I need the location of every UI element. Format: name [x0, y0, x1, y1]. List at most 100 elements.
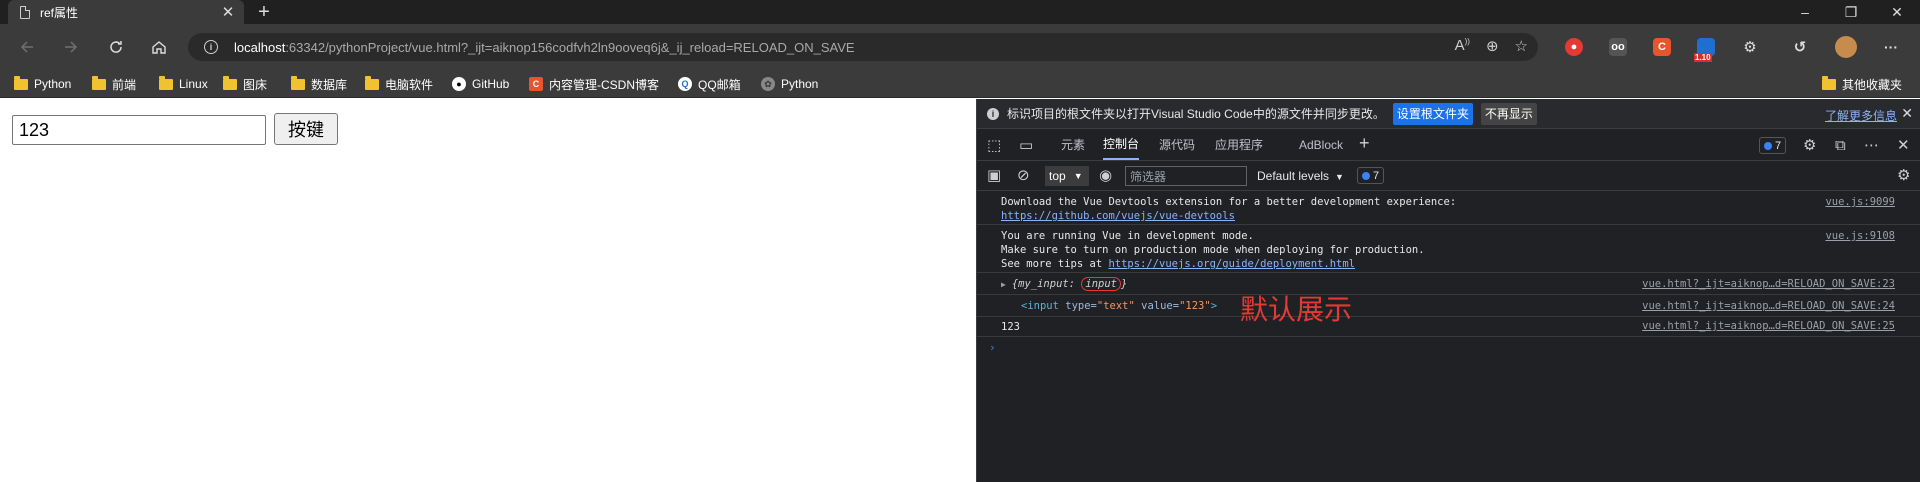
back-button[interactable]: [14, 35, 40, 59]
folder-icon: [14, 75, 28, 90]
bookmark-qqmail[interactable]: Q QQ邮箱: [678, 75, 741, 93]
browser-tab[interactable]: ref属性 ✕: [8, 0, 244, 24]
settings-icon[interactable]: ⚙: [1803, 137, 1816, 154]
address-bar[interactable]: i localhost:63342/pythonProject/vue.html…: [188, 33, 1538, 61]
bookmark-other[interactable]: 其他收藏夹: [1822, 75, 1902, 93]
folder-icon: [291, 75, 305, 90]
tab-adblock[interactable]: AdBlock: [1299, 129, 1343, 160]
bookmark-frontend[interactable]: 前端: [92, 75, 136, 93]
set-root-folder-button[interactable]: 设置根文件夹: [1392, 102, 1473, 125]
bookmark-linux[interactable]: Linux: [159, 75, 208, 93]
url-text: localhost:63342/pythonProject/vue.html?_…: [234, 40, 855, 55]
folder-icon: [92, 75, 106, 90]
qq-icon: Q: [678, 77, 692, 91]
message-icon: [1764, 141, 1772, 150]
console-prompt-icon[interactable]: ›: [989, 341, 996, 354]
page-content: 按键: [0, 99, 976, 482]
source-link[interactable]: vue.html?_ijt=aiknop…d=RELOAD_ON_SAVE:23: [1642, 278, 1895, 290]
bookmark-csdn[interactable]: C 内容管理-CSDN博客: [529, 75, 659, 93]
console-filter-input[interactable]: 筛选器: [1125, 166, 1247, 186]
more-menu-icon[interactable]: ···: [1882, 38, 1900, 56]
folder-icon: [223, 75, 237, 90]
extension-csdn-icon[interactable]: C: [1653, 38, 1671, 56]
tab-application[interactable]: 应用程序: [1215, 129, 1263, 160]
clear-console-icon[interactable]: ⊘: [1017, 167, 1030, 184]
console-settings-icon[interactable]: ⚙: [1897, 167, 1910, 184]
tab-sources[interactable]: 源代码: [1159, 129, 1195, 160]
refs-input-value: input: [1081, 277, 1121, 291]
devtools-tabs: ⬚ ▭ 元素 控制台 源代码 应用程序 AdBlock + 7 ⚙ ⧉ ⋯ ✕: [977, 129, 1920, 161]
folder-icon: [159, 75, 173, 90]
dock-icon[interactable]: ⧉: [1835, 137, 1846, 154]
bookmark-python[interactable]: Python: [14, 75, 71, 93]
refresh-icon: [110, 41, 122, 53]
text-input[interactable]: [12, 115, 266, 145]
url-path: :63342/pythonProject/vue.html?_ijt=aikno…: [285, 39, 855, 55]
tab-console[interactable]: 控制台: [1103, 129, 1140, 160]
github-icon: ●: [452, 77, 466, 91]
dont-show-again-button[interactable]: 不再显示: [1480, 102, 1537, 125]
devtools-link[interactable]: https://github.com/vuejs/vue-devtools: [1001, 210, 1235, 222]
bookmark-database[interactable]: 数据库: [291, 75, 347, 93]
refresh-button[interactable]: [103, 35, 129, 59]
issues-badge[interactable]: 7: [1759, 137, 1787, 154]
source-link[interactable]: vue.html?_ijt=aiknop…d=RELOAD_ON_SAVE:25: [1642, 320, 1895, 332]
tab-elements[interactable]: 元素: [1061, 129, 1085, 160]
tab-title: ref属性: [40, 5, 79, 20]
console-message[interactable]: ▶ {my_input: input} vue.html?_ijt=aiknop……: [977, 273, 1920, 295]
context-select[interactable]: top ▼: [1045, 166, 1089, 186]
url-host: localhost: [234, 39, 286, 55]
bookmark-software[interactable]: 电脑软件: [365, 75, 433, 93]
avatar[interactable]: [1835, 36, 1857, 58]
submit-button[interactable]: 按键: [274, 113, 338, 145]
annotation-text: 默认展示: [1240, 293, 1353, 326]
more-options-icon[interactable]: ⋯: [1864, 137, 1879, 154]
read-aloud-icon[interactable]: A)): [1455, 37, 1470, 55]
learn-more-link[interactable]: 了解更多信息: [1825, 107, 1897, 124]
add-favorite-icon[interactable]: ☆: [1515, 37, 1528, 55]
info-icon: i: [987, 107, 999, 120]
minimize-button[interactable]: –: [1782, 0, 1828, 24]
devtools-panel: i 标识项目的根文件夹以打开Visual Studio Code中的源文件并同步…: [976, 99, 1920, 482]
inspect-icon[interactable]: ⬚: [987, 137, 1001, 154]
expand-triangle-icon[interactable]: ▶: [1001, 280, 1006, 289]
close-window-button[interactable]: ✕: [1874, 0, 1920, 24]
extension-glasses-icon[interactable]: oo: [1609, 38, 1627, 56]
devtools-close-icon[interactable]: ✕: [1897, 137, 1910, 154]
maximize-button[interactable]: ❐: [1828, 0, 1874, 24]
live-expression-eye-icon[interactable]: ◉: [1099, 167, 1112, 184]
tab-close-icon[interactable]: ✕: [220, 3, 236, 21]
python-icon: ✿: [761, 77, 775, 91]
title-bar: ref属性 ✕ + – ❐ ✕: [0, 0, 1920, 24]
log-levels-select[interactable]: Default levels ▼: [1257, 169, 1344, 183]
message-icon: [1362, 171, 1370, 180]
deployment-link[interactable]: https://vuejs.org/guide/deployment.html: [1108, 258, 1355, 270]
console-message: You are running Vue in development mode.…: [977, 225, 1920, 273]
forward-button[interactable]: [58, 35, 84, 59]
add-tab-icon[interactable]: +: [1359, 133, 1370, 153]
zoom-icon[interactable]: ⊕: [1486, 37, 1499, 55]
console-message[interactable]: <input type="text" value="123"> vue.html…: [977, 295, 1920, 317]
extension-red-icon[interactable]: ●: [1565, 38, 1583, 56]
infobar-text: 标识项目的根文件夹以打开Visual Studio Code中的源文件并同步更改…: [1007, 107, 1385, 121]
bookmark-python-site[interactable]: ✿ Python: [761, 75, 818, 93]
chevron-down-icon: ▼: [1335, 172, 1344, 182]
new-tab-button[interactable]: +: [254, 1, 274, 23]
site-info-icon[interactable]: i: [204, 40, 218, 54]
extension-badge-icon[interactable]: 1.10: [1694, 38, 1715, 62]
extension-badge: 1.10: [1694, 53, 1712, 62]
infobar-close-icon[interactable]: ✕: [1901, 105, 1913, 122]
device-emulation-icon[interactable]: ▭: [1019, 137, 1033, 154]
messages-badge[interactable]: 7: [1357, 167, 1385, 184]
sidebar-toggle-icon[interactable]: ▣: [987, 167, 1001, 184]
extensions-puzzle-icon[interactable]: ⚙: [1741, 38, 1759, 56]
arrow-left-icon: [20, 41, 33, 53]
source-link[interactable]: vue.js:9099: [1825, 196, 1895, 208]
bookmark-github[interactable]: ● GitHub: [452, 75, 509, 93]
home-button[interactable]: [146, 35, 172, 59]
bookmark-imagebed[interactable]: 图床: [223, 75, 267, 93]
source-link[interactable]: vue.js:9108: [1825, 230, 1895, 242]
source-link[interactable]: vue.html?_ijt=aiknop…d=RELOAD_ON_SAVE:24: [1642, 300, 1895, 312]
chevron-down-icon: ▼: [1073, 171, 1083, 181]
history-icon[interactable]: ↺: [1791, 38, 1809, 56]
